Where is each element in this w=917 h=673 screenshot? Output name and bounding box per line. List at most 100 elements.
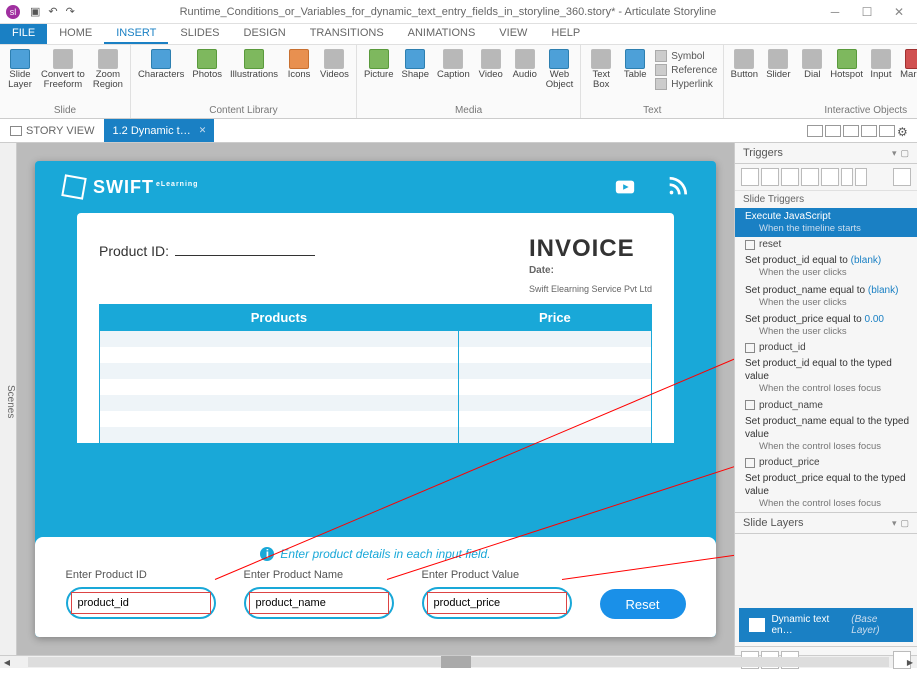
redo-icon[interactable]: ↷ <box>66 5 75 18</box>
trigger-item[interactable]: Set product_price equal to the typed val… <box>735 470 917 512</box>
trigger-item[interactable]: Execute JavaScriptWhen the timeline star… <box>735 208 917 237</box>
menu-bar: FILE HOME INSERT SLIDES DESIGN TRANSITIO… <box>0 24 917 45</box>
shape-button[interactable]: Shape <box>399 47 432 103</box>
web-object-button[interactable]: Web Object <box>543 47 576 103</box>
hint-text: Enter product details in each input fiel… <box>280 547 490 561</box>
tab-animations[interactable]: ANIMATIONS <box>396 24 488 44</box>
product-price-input[interactable] <box>427 592 567 614</box>
object-icon <box>745 400 755 410</box>
audio-button[interactable]: Audio <box>509 47 541 103</box>
caption-button[interactable]: Caption <box>434 47 473 103</box>
view-tablet-icon[interactable] <box>825 125 841 137</box>
chevron-down-icon[interactable]: ▾ <box>892 518 897 529</box>
tab-design[interactable]: DESIGN <box>232 24 298 44</box>
scroll-left-icon[interactable]: ◀ <box>0 656 14 668</box>
product-id-input-label: Enter Product ID <box>66 569 216 581</box>
slider-button[interactable]: Slider <box>762 47 794 103</box>
maximize-button[interactable]: ☐ <box>853 5 881 19</box>
trigger-object[interactable]: reset <box>735 237 917 252</box>
slide-tab[interactable]: 1.2 Dynamic t…✕ <box>104 119 214 142</box>
view-phone2-icon[interactable] <box>879 125 895 137</box>
product-name-input[interactable] <box>249 592 389 614</box>
picture-button[interactable]: Picture <box>361 47 397 103</box>
group-slide-label: Slide <box>4 103 126 118</box>
th-price: Price <box>458 304 651 331</box>
save-icon[interactable]: ▣ <box>30 5 40 18</box>
undock-icon[interactable]: ▢ <box>900 518 909 529</box>
illustrations-button[interactable]: Illustrations <box>227 47 281 103</box>
edit-trigger-icon[interactable] <box>761 168 779 186</box>
app-icon: sl <box>6 5 20 19</box>
close-tab-icon[interactable]: ✕ <box>199 125 207 136</box>
tab-slides[interactable]: SLIDES <box>168 24 231 44</box>
view-desktop-icon[interactable] <box>807 125 823 137</box>
delete-trigger-icon[interactable] <box>821 168 839 186</box>
icons-button[interactable]: Icons <box>283 47 315 103</box>
characters-button[interactable]: Characters <box>135 47 187 103</box>
tab-help[interactable]: HELP <box>539 24 592 44</box>
paste-trigger-icon[interactable] <box>801 168 819 186</box>
slide[interactable]: SWIFTeLearning Product ID: INVOICE Date: <box>35 161 716 637</box>
reference-button[interactable]: Reference <box>653 63 719 77</box>
variables-icon[interactable] <box>893 168 911 186</box>
group-interactive-label: Interactive Objects <box>728 103 917 118</box>
zoom-region-button[interactable]: Zoom Region <box>90 47 126 103</box>
file-menu[interactable]: FILE <box>0 24 47 44</box>
minimize-button[interactable]: ─ <box>821 5 849 19</box>
chevron-down-icon[interactable]: ▾ <box>892 148 897 159</box>
document-title: Runtime_Conditions_or_Variables_for_dyna… <box>75 6 821 18</box>
view-tablet2-icon[interactable] <box>843 125 859 137</box>
dial-button[interactable]: Dial <box>796 47 828 103</box>
tab-home[interactable]: HOME <box>47 24 104 44</box>
marker-button[interactable]: Marker <box>899 47 917 103</box>
input-button[interactable]: Input <box>865 47 897 103</box>
copy-trigger-icon[interactable] <box>781 168 799 186</box>
title-bar: sl ▣ ↶ ↷ Runtime_Conditions_or_Variables… <box>0 0 917 24</box>
brand-cube-icon <box>61 174 86 199</box>
scroll-right-icon[interactable]: ▶ <box>903 656 917 668</box>
add-trigger-icon[interactable] <box>741 168 759 186</box>
trigger-item[interactable]: Set product_name equal to (blank)When th… <box>735 282 917 311</box>
hotspot-button[interactable]: Hotspot <box>830 47 863 103</box>
tab-insert[interactable]: INSERT <box>104 24 168 44</box>
hyperlink-button[interactable]: Hyperlink <box>653 77 719 91</box>
photos-button[interactable]: Photos <box>189 47 225 103</box>
product-id-input[interactable] <box>71 592 211 614</box>
scenes-panel-tab[interactable]: Scenes <box>0 143 17 655</box>
trigger-item[interactable]: Set product_price equal to 0.00When the … <box>735 311 917 340</box>
horizontal-scrollbar[interactable] <box>14 656 903 668</box>
object-icon <box>745 343 755 353</box>
close-button[interactable]: ✕ <box>885 5 913 19</box>
base-layer[interactable]: Dynamic text en… (Base Layer) <box>739 608 913 642</box>
trigger-item[interactable]: Set product_name equal to the typed valu… <box>735 413 917 455</box>
trigger-object[interactable]: product_name <box>735 398 917 413</box>
move-up-icon[interactable] <box>841 168 853 186</box>
video-button[interactable]: Video <box>475 47 507 103</box>
videos-button[interactable]: Videos <box>317 47 352 103</box>
slide-layer-button[interactable]: Slide Layer <box>4 47 36 103</box>
gear-icon[interactable]: ⚙ <box>897 125 913 137</box>
tab-view[interactable]: VIEW <box>487 24 539 44</box>
trigger-item[interactable]: Set product_id equal to the typed valueW… <box>735 355 917 397</box>
quick-access: ▣ ↶ ↷ <box>30 5 75 18</box>
table-button[interactable]: Table <box>619 47 651 103</box>
symbol-button[interactable]: Symbol <box>653 49 719 63</box>
text-box-button[interactable]: Text Box <box>585 47 617 103</box>
table-row <box>100 331 652 347</box>
undo-icon[interactable]: ↶ <box>48 5 57 18</box>
trigger-item[interactable]: Set product_id equal to (blank)When the … <box>735 252 917 281</box>
invoice-title: INVOICE <box>529 235 652 263</box>
button-button[interactable]: Button <box>728 47 760 103</box>
slide-layers-title: Slide Layers <box>743 517 804 529</box>
tab-transitions[interactable]: TRANSITIONS <box>298 24 396 44</box>
view-phone-icon[interactable] <box>861 125 877 137</box>
trigger-object[interactable]: product_price <box>735 455 917 470</box>
reset-button[interactable]: Reset <box>600 589 686 619</box>
undock-icon[interactable]: ▢ <box>900 148 909 159</box>
story-view-tab[interactable]: STORY VIEW <box>0 119 104 142</box>
trigger-object[interactable]: product_id <box>735 340 917 355</box>
convert-freeform-button[interactable]: Convert to Freeform <box>38 47 88 103</box>
table-row <box>100 395 652 411</box>
move-down-icon[interactable] <box>855 168 867 186</box>
table-row <box>100 363 652 379</box>
